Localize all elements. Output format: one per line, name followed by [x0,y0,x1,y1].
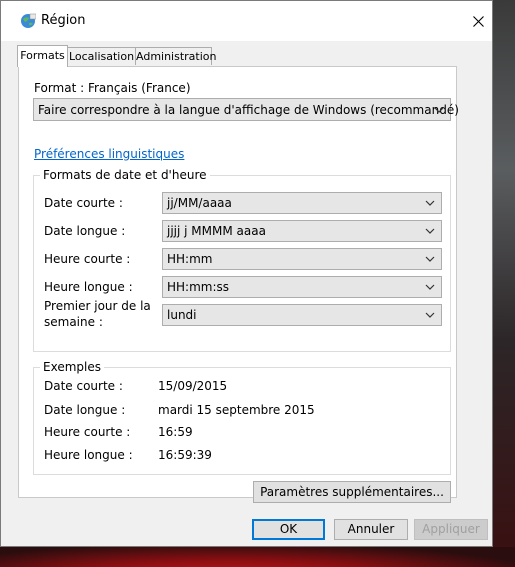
examples-group: Exemples Date courte : 15/09/2015 Date l… [33,360,451,475]
first-day-label-line2: semaine : [44,315,103,329]
example-long-time-value: 16:59:39 [158,448,212,462]
chevron-down-icon [425,312,435,318]
example-long-date-label: Date longue : [44,403,126,417]
long-date-label: Date longue : [44,224,126,238]
long-date-dropdown[interactable]: jjjj j MMMM aaaa [162,220,442,242]
tab-administration[interactable]: Administration [135,47,217,65]
example-short-date-value: 15/09/2015 [158,379,228,393]
short-date-dropdown[interactable]: jj/MM/aaaa [162,192,442,214]
chevron-down-icon [425,256,435,262]
short-time-label: Heure courte : [44,252,131,266]
chevron-down-icon [425,228,435,234]
format-dropdown-value: Faire correspondre à la langue d'afficha… [38,102,459,117]
long-time-value: HH:mm:ss [167,280,230,294]
desktop-background [493,0,515,567]
first-day-label-line1: Premier jour de la [44,299,151,313]
ok-button[interactable]: OK [252,519,325,540]
title-bar: Région [1,1,492,41]
chevron-down-icon [425,200,435,206]
examples-title: Exemples [40,360,104,374]
long-date-value: jjjj j MMMM aaaa [167,224,266,238]
short-time-dropdown[interactable]: HH:mm [162,248,442,270]
close-button[interactable] [466,9,490,33]
format-label: Format : Français (France) [34,81,191,95]
example-short-date-label: Date courte : [44,379,123,393]
globe-region-icon [20,13,37,29]
example-short-time-value: 16:59 [158,425,193,439]
example-short-time-label: Heure courte : [44,425,131,439]
chevron-down-icon [425,284,435,290]
short-date-label: Date courte : [44,196,123,210]
example-long-date-value: mardi 15 septembre 2015 [158,403,315,417]
long-time-dropdown[interactable]: HH:mm:ss [162,276,442,298]
first-day-value: lundi [167,308,197,322]
language-preferences-link[interactable]: Préférences linguistiques [34,147,184,161]
first-day-dropdown[interactable]: lundi [162,304,442,326]
region-dialog: Région Formats Localisation Administrati… [0,0,493,547]
close-icon [472,15,484,27]
example-long-time-label: Heure longue : [44,448,133,462]
tab-formats[interactable]: Formats [17,45,68,67]
additional-settings-button[interactable]: Paramètres supplémentaires... [253,481,451,503]
window-title: Région [41,13,86,28]
short-time-value: HH:mm [167,252,213,266]
formats-panel: Format : Français (France) Faire corresp… [18,66,459,503]
format-dropdown[interactable]: Faire correspondre à la langue d'afficha… [33,98,459,121]
desktop-background-bottom [0,547,515,567]
date-time-formats-group: Formats de date et d'heure Date courte :… [33,168,451,352]
tab-localisation[interactable]: Localisation [67,47,136,65]
date-time-formats-title: Formats de date et d'heure [40,168,210,182]
apply-button[interactable]: Appliquer [414,519,488,540]
cancel-button[interactable]: Annuler [334,519,408,540]
long-time-label: Heure longue : [44,280,133,294]
chevron-down-icon [434,107,444,113]
short-date-value: jj/MM/aaaa [167,196,232,210]
